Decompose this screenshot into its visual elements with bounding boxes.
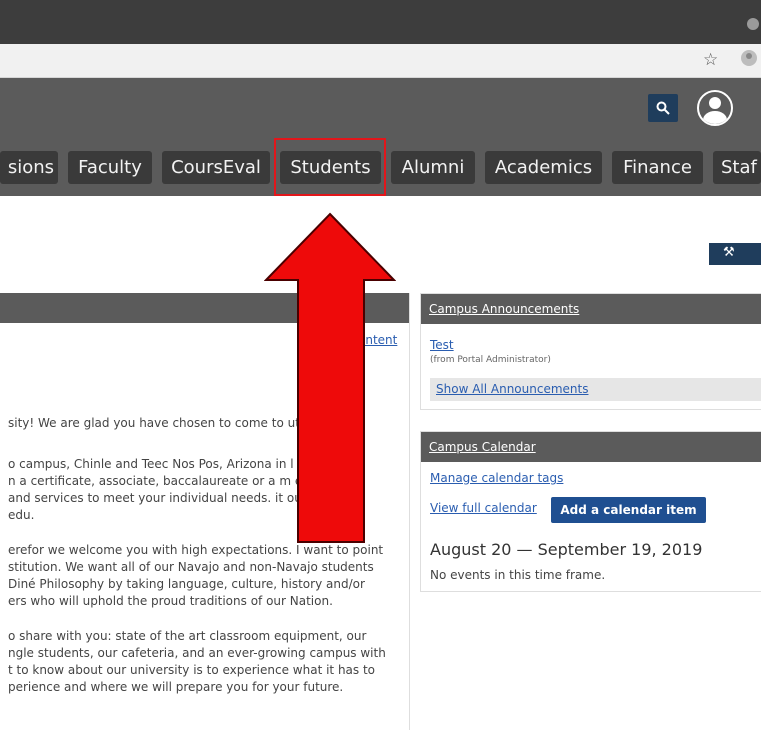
nav-tab-staff[interactable]: Staf: [713, 151, 761, 184]
announcement-link[interactable]: Test: [430, 338, 454, 352]
star-icon[interactable]: ☆: [703, 50, 718, 70]
welcome-paragraph-3: erefor we welcome you with high expectat…: [8, 542, 403, 610]
nav-tab-admissions[interactable]: sions: [0, 151, 58, 184]
welcome-line: Diné Philosophy by taking language, cult…: [8, 577, 365, 591]
announcement-source: (from Portal Administrator): [430, 355, 551, 365]
calendar-title[interactable]: Campus Calendar: [429, 440, 536, 454]
welcome-line: o share with you: state of the art class…: [8, 629, 367, 643]
add-calendar-item-button[interactable]: Add a calendar item: [551, 497, 706, 523]
welcome-line: stitution. We want all of our Navajo and…: [8, 560, 374, 574]
show-all-announcements-link[interactable]: Show All Announcements: [430, 378, 761, 401]
nav-tab-faculty[interactable]: Faculty: [68, 151, 152, 184]
announcements-portlet: Campus Announcements Test (from Portal A…: [420, 293, 761, 410]
highlight-box: [274, 138, 386, 196]
nav-tab-academics[interactable]: Academics: [485, 151, 602, 184]
welcome-paragraph-4: o share with you: state of the art class…: [8, 628, 403, 696]
welcome-line: ers who will uphold the proud traditions…: [8, 594, 333, 608]
welcome-line: perience and where we will prepare you f…: [8, 680, 344, 694]
welcome-line: erefor we welcome you with high expectat…: [8, 543, 384, 557]
search-icon: [656, 101, 670, 115]
no-events-message: No events in this time frame.: [430, 568, 606, 582]
browser-address-bar[interactable]: [0, 44, 761, 78]
calendar-date-range: August 20 — September 19, 2019: [430, 540, 703, 559]
welcome-line: ngle students, our cafeteria, and an eve…: [8, 646, 386, 660]
window-control-button[interactable]: [747, 18, 759, 30]
search-button[interactable]: [648, 94, 678, 122]
tools-button[interactable]: ⚒: [709, 243, 761, 265]
nav-tab-finance[interactable]: Finance: [612, 151, 703, 184]
welcome-line: t to know about our university is to exp…: [8, 663, 376, 677]
user-icon[interactable]: [697, 90, 733, 126]
annotation-arrow: [264, 212, 396, 543]
person-icon[interactable]: [741, 50, 757, 66]
wrench-icon: ⚒: [723, 245, 735, 260]
calendar-portlet: Campus Calendar Manage calendar tags Vie…: [420, 431, 761, 592]
nav-tab-alumni[interactable]: Alumni: [391, 151, 475, 184]
manage-calendar-tags-link[interactable]: Manage calendar tags: [430, 471, 563, 485]
view-full-calendar-link[interactable]: View full calendar: [430, 501, 537, 515]
browser-title-bar: [0, 0, 761, 44]
nav-tab-courseval[interactable]: CoursEval: [162, 151, 270, 184]
announcements-title[interactable]: Campus Announcements: [429, 302, 579, 316]
calendar-header: Campus Calendar: [421, 432, 761, 462]
announcements-header: Campus Announcements: [421, 294, 761, 324]
